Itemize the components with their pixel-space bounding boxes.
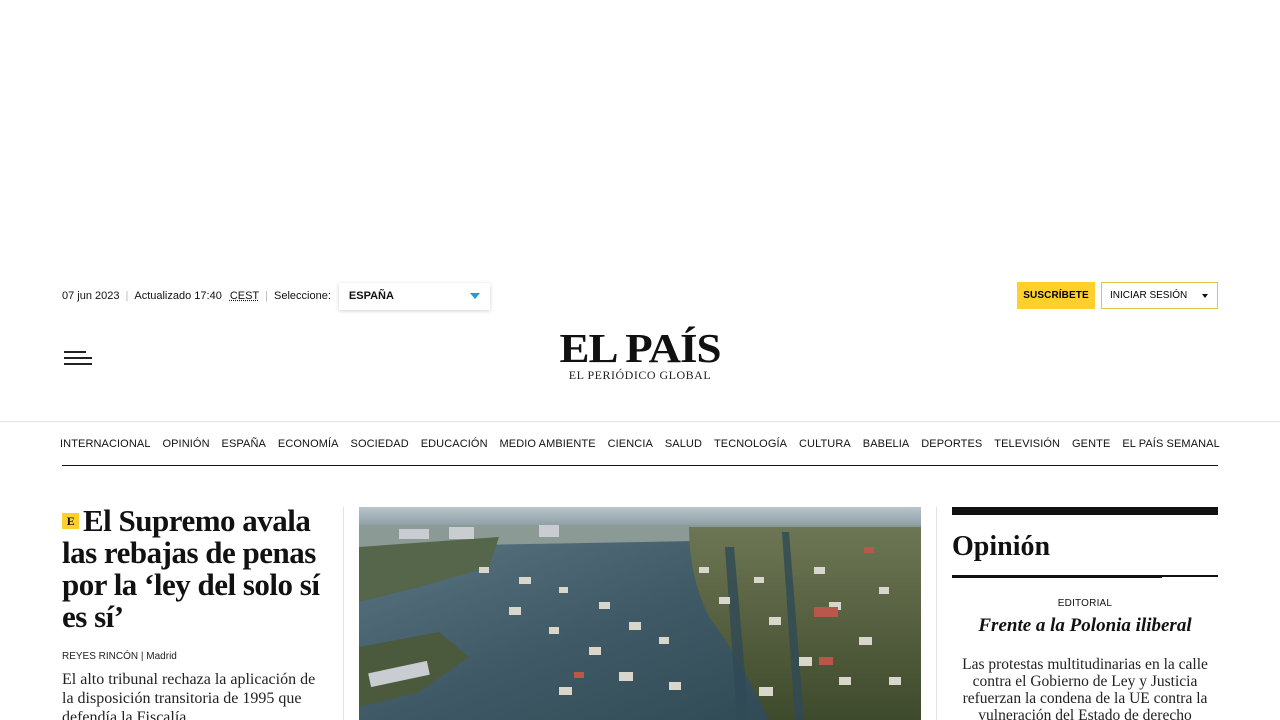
logo-name: EL PAÍS [559, 325, 722, 371]
opinion-kicker: EDITORIAL [1057, 598, 1113, 609]
lead-summary: El alto tribunal rechaza la aplicación d… [62, 671, 316, 720]
caret-down-icon [469, 293, 480, 299]
edition-select-label: Seleccione: [274, 290, 331, 302]
nav-item-opinión[interactable]: OPINIÓN [162, 438, 209, 450]
updated-time: Actualizado 17:40 [134, 290, 222, 302]
section-nav: INTERNACIONAL OPINIÓN ESPAÑA ECONOMÍA SOCIED… [60, 422, 1220, 465]
nav-item-cultura[interactable]: CULTURA [799, 438, 851, 450]
nav-item-salud[interactable]: SALUD [665, 438, 702, 450]
nav-item-educación[interactable]: EDUCACIÓN [421, 438, 488, 450]
edition-value: ESPAÑA [348, 290, 394, 302]
separator: | [265, 290, 269, 302]
ad-space [0, 0, 1280, 270]
subscribe-button[interactable]: SUSCRÍBETE [1017, 282, 1095, 309]
lead-article: E El Supremo avala las rebajas de penas p… [62, 505, 330, 720]
nav-item-televisión[interactable]: TELEVISIÓN [994, 438, 1060, 450]
nav-item-economía[interactable]: ECONOMÍA [278, 438, 339, 450]
nav-item-deportes[interactable]: DEPORTES [921, 438, 982, 450]
site-logo[interactable]: EL PAÍS EL PERIÓDICO GLOBAL [540, 322, 740, 383]
opinion-section: Opinión EDITORIAL Frente a la Polonia il… [952, 507, 1218, 720]
caret-down-icon [1202, 293, 1208, 298]
hamburger-menu-icon[interactable] [64, 348, 94, 368]
opinion-headline[interactable]: Frente a la Polonia iliberal [952, 615, 1218, 637]
timezone: CEST [229, 290, 260, 302]
nav-item-babelia[interactable]: BABELIA [863, 438, 910, 450]
edition-select[interactable]: ESPAÑA [338, 282, 490, 310]
opinion-section-title[interactable]: Opinión [952, 529, 1218, 565]
nav-item-internacional[interactable]: INTERNACIONAL [60, 438, 151, 450]
premium-badge-icon: E [62, 513, 79, 529]
lead-headline-link[interactable]: E El Supremo avala las rebajas de penas p… [62, 505, 330, 633]
nav-item-gente[interactable]: GENTE [1072, 438, 1110, 450]
flooded-town-aerial-photo[interactable] [359, 507, 921, 720]
nav-item-tecnología[interactable]: TECNOLOGÍA [714, 438, 787, 450]
byline: REYES RINCÓN | Madrid [62, 651, 177, 662]
current-date: 07 jun 2023 [62, 290, 120, 302]
lead-headline: El Supremo avala las rebajas de penas po… [62, 503, 320, 634]
opinion-summary: Las protestas multitudinarias en la call… [962, 656, 1208, 720]
login-label: INICIAR SESIÓN [1110, 290, 1188, 301]
login-button[interactable]: INICIAR SESIÓN [1101, 282, 1218, 309]
nav-item-ciencia[interactable]: CIENCIA [608, 438, 653, 450]
location: Madrid [146, 651, 177, 662]
nav-item-medio-ambiente[interactable]: MEDIO AMBIENTE [500, 438, 596, 450]
author-link[interactable]: REYES RINCÓN [62, 651, 138, 662]
column-divider [936, 507, 937, 720]
column-divider [343, 507, 344, 720]
separator: | [125, 290, 129, 302]
section-rule [952, 575, 1218, 578]
nav-item-españa[interactable]: ESPAÑA [222, 438, 266, 450]
divider [62, 465, 1218, 466]
section-top-bar [952, 507, 1218, 515]
nav-item-el-país-semanal[interactable]: EL PAÍS SEMANAL [1122, 438, 1219, 450]
nav-item-sociedad[interactable]: SOCIEDAD [351, 438, 409, 450]
